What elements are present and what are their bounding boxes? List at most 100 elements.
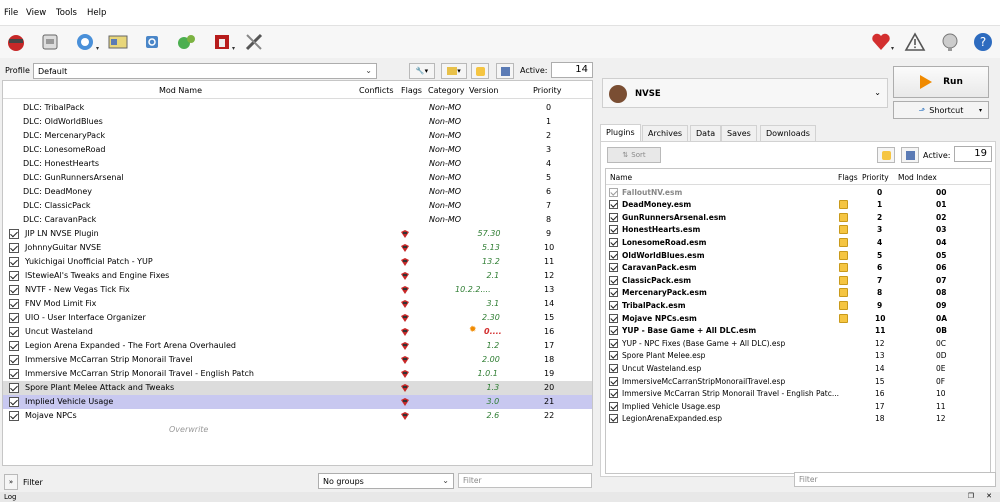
plugin-enabled-checkbox[interactable] <box>609 313 618 323</box>
mod-enabled-checkbox[interactable] <box>9 355 19 365</box>
plugin-row[interactable]: LonesomeRoad.esm 4 04 <box>606 236 990 249</box>
tab-saves[interactable]: Saves <box>721 125 757 141</box>
mod-enabled-checkbox[interactable] <box>9 383 19 393</box>
plugin-enabled-checkbox[interactable] <box>609 187 618 197</box>
mod-enabled-checkbox[interactable] <box>9 369 19 379</box>
menu-help[interactable]: Help <box>87 8 106 18</box>
plugin-enabled-checkbox[interactable] <box>609 225 618 235</box>
mod-enabled-checkbox[interactable] <box>9 411 19 421</box>
header-priority[interactable]: Priority <box>862 173 889 182</box>
plugin-restore-button[interactable] <box>901 147 919 163</box>
plugin-row[interactable]: GunRunnersArsenal.esm 2 02 <box>606 211 990 224</box>
header-mod-index[interactable]: Mod Index <box>898 173 937 182</box>
header-flags[interactable]: Flags <box>838 173 858 182</box>
plugin-row[interactable]: ImmersiveMcCarranStripMonorailTravel.esp… <box>606 375 990 388</box>
help-icon[interactable]: ? <box>970 29 996 55</box>
plugin-row[interactable]: YUP - Base Game + All DLC.esm 11 0B <box>606 325 990 338</box>
plugin-enabled-checkbox[interactable] <box>609 338 618 348</box>
header-mod-name[interactable]: Mod Name <box>159 86 202 95</box>
browser-icon[interactable] <box>72 29 98 55</box>
restore-backup-button[interactable] <box>496 63 514 79</box>
plugin-enabled-checkbox[interactable] <box>609 288 618 298</box>
plugin-row[interactable]: Spore Plant Melee.esp 13 0D <box>606 350 990 363</box>
plugin-row[interactable]: DeadMoney.esm 1 01 <box>606 199 990 212</box>
menu-file[interactable]: File <box>4 8 18 18</box>
header-conflicts[interactable]: Conflicts <box>359 86 394 95</box>
notifications-icon[interactable] <box>937 29 963 55</box>
install-mod-icon[interactable] <box>3 29 29 55</box>
plugin-enabled-checkbox[interactable] <box>609 237 618 247</box>
mod-row[interactable]: Immersive McCarran Strip Monorail Travel… <box>3 353 592 367</box>
overwrite-row[interactable]: Overwrite <box>3 423 592 437</box>
tab-downloads[interactable]: Downloads <box>760 125 816 141</box>
mod-row[interactable]: Spore Plant Melee Attack and Tweaks 1.3 20 <box>3 381 592 395</box>
plugin-enabled-checkbox[interactable] <box>609 401 618 411</box>
mod-row[interactable]: Implied Vehicle Usage 3.0 21 <box>3 395 592 409</box>
mod-row[interactable]: DLC: HonestHearts Non-MO 4 <box>3 157 592 171</box>
plugin-enabled-checkbox[interactable] <box>609 275 618 285</box>
sort-plugins-button[interactable]: ⇅ Sort <box>607 147 661 163</box>
plugin-sort-button[interactable] <box>877 147 895 163</box>
run-button[interactable]: Run <box>893 66 989 98</box>
mod-enabled-checkbox[interactable] <box>9 271 19 281</box>
settings-gear-icon[interactable] <box>173 29 199 55</box>
mod-row[interactable]: NVTF - New Vegas Tick Fix 10.2.2.... 13 <box>3 283 592 297</box>
expand-filter-button[interactable]: » <box>4 474 18 490</box>
plugin-row[interactable]: HonestHearts.esm 3 03 <box>606 224 990 237</box>
mod-enabled-checkbox[interactable] <box>9 229 19 239</box>
plugin-row[interactable]: Uncut Wasteland.esp 14 0E <box>606 362 990 375</box>
header-flags[interactable]: Flags <box>401 86 422 95</box>
mod-filter-input[interactable]: Filter <box>458 473 592 488</box>
profiles-icon[interactable] <box>105 29 131 55</box>
groups-select[interactable]: No groups ⌄ <box>318 473 454 489</box>
plugin-enabled-checkbox[interactable] <box>609 414 618 424</box>
mod-row[interactable]: DLC: OldWorldBlues Non-MO 1 <box>3 115 592 129</box>
plugin-enabled-checkbox[interactable] <box>609 300 618 310</box>
mod-row[interactable]: Yukichigai Unofficial Patch - YUP 13.2 11 <box>3 255 592 269</box>
profile-select[interactable]: Default ⌄ <box>33 63 377 79</box>
mod-enabled-checkbox[interactable] <box>9 397 19 407</box>
header-name[interactable]: Name <box>610 173 632 182</box>
tab-plugins[interactable]: Plugins <box>600 124 641 141</box>
mod-row[interactable]: DLC: TribalPack Non-MO 0 <box>3 101 592 115</box>
plugin-row[interactable]: LegionArenaExpanded.esp 18 12 <box>606 413 990 426</box>
plugin-row[interactable]: YUP - NPC Fixes (Base Game + All DLC).es… <box>606 337 990 350</box>
mod-row[interactable]: JohnnyGuitar NVSE 5.13 10 <box>3 241 592 255</box>
plugin-enabled-checkbox[interactable] <box>609 363 618 373</box>
mod-actions-button[interactable]: 🔧▾ <box>409 63 435 79</box>
header-category[interactable]: Category <box>428 86 465 95</box>
mod-row[interactable]: DLC: LonesomeRoad Non-MO 3 <box>3 143 592 157</box>
mod-row[interactable]: DLC: MercenaryPack Non-MO 2 <box>3 129 592 143</box>
refresh-icon[interactable] <box>139 29 165 55</box>
plugin-enabled-checkbox[interactable] <box>609 326 618 336</box>
plugin-enabled-checkbox[interactable] <box>609 250 618 260</box>
mod-row[interactable]: DLC: ClassicPack Non-MO 7 <box>3 199 592 213</box>
tab-archives[interactable]: Archives <box>642 125 689 141</box>
mod-enabled-checkbox[interactable] <box>9 257 19 267</box>
executable-select[interactable]: NVSE ⌄ <box>602 78 888 108</box>
shortcut-button[interactable]: ⬏ Shortcut ▾ <box>893 101 989 119</box>
plugin-row[interactable]: Implied Vehicle Usage.esp 17 11 <box>606 400 990 413</box>
open-folder-button[interactable]: ▾ <box>441 63 467 79</box>
mod-row[interactable]: Uncut Wasteland ✹ 0.... 16 <box>3 325 592 339</box>
plugin-enabled-checkbox[interactable] <box>609 389 618 399</box>
plugin-row[interactable]: OldWorldBlues.esm 5 05 <box>606 249 990 262</box>
mod-row[interactable]: Mojave NPCs 2.6 22 <box>3 409 592 423</box>
plugin-row[interactable]: MercenaryPack.esm 8 08 <box>606 287 990 300</box>
mod-row[interactable]: DLC: DeadMoney Non-MO 6 <box>3 185 592 199</box>
mod-row[interactable]: DLC: CaravanPack Non-MO 8 <box>3 213 592 227</box>
plugin-enabled-checkbox[interactable] <box>609 200 618 210</box>
close-icon[interactable]: ✕ <box>986 492 992 500</box>
mod-row[interactable]: FNV Mod Limit Fix 3.1 14 <box>3 297 592 311</box>
menu-view[interactable]: View <box>26 8 46 18</box>
mod-row[interactable]: UIO - User Interface Organizer 2.30 15 <box>3 311 592 325</box>
header-version[interactable]: Version <box>469 86 498 95</box>
plugin-enabled-checkbox[interactable] <box>609 351 618 361</box>
plugin-filter-input[interactable]: Filter <box>794 472 996 487</box>
plugin-enabled-checkbox[interactable] <box>609 376 618 386</box>
mod-enabled-checkbox[interactable] <box>9 243 19 253</box>
mod-enabled-checkbox[interactable] <box>9 341 19 351</box>
warning-icon[interactable] <box>902 29 928 55</box>
tab-data[interactable]: Data <box>690 125 722 141</box>
mod-enabled-checkbox[interactable] <box>9 327 19 337</box>
